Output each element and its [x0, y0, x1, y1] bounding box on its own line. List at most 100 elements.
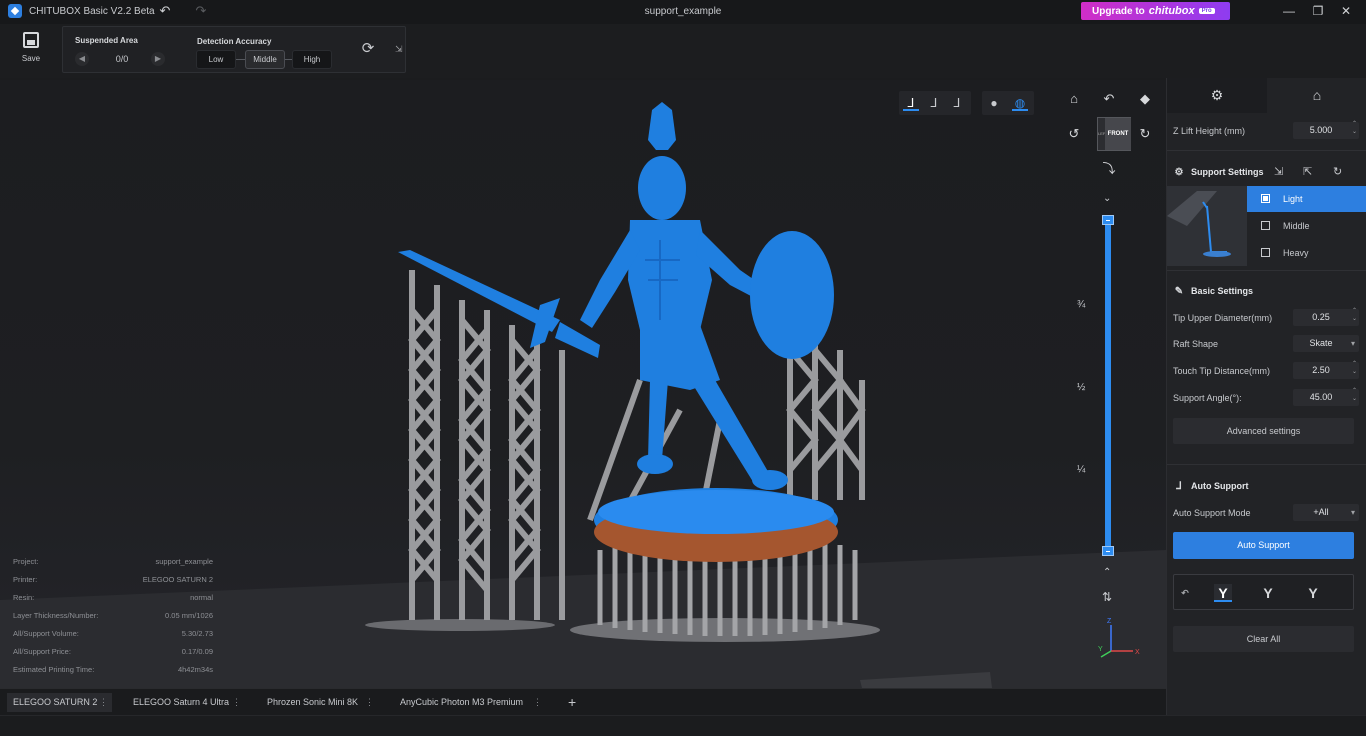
slider-down-chevron-icon[interactable]: ⌃: [1103, 567, 1111, 578]
info-row: Resin: normal: [13, 591, 217, 609]
info-row: Printer: ELEGOO SATURN 2: [13, 573, 217, 591]
upgrade-label: Upgrade to: [1092, 5, 1145, 17]
refresh-icon[interactable]: ⟳: [359, 40, 377, 58]
basic-settings-title: Basic Settings: [1191, 286, 1254, 296]
support-view-icon[interactable]: ⅃: [903, 95, 919, 111]
auto-support-header: ⅃ Auto Support: [1173, 481, 1248, 492]
info-row: All/Support Volume: 5.30/2.73: [13, 627, 217, 645]
preset-checkbox[interactable]: [1261, 248, 1270, 257]
view-mode-group: ⅃ ⅃ ⅃: [899, 91, 971, 115]
info-row: Layer Thickness/Number: 0.05 mm/1026: [13, 609, 217, 627]
tab-support-settings-icon[interactable]: ⌂: [1267, 78, 1366, 113]
save-button[interactable]: Save: [16, 32, 46, 64]
info-key: Layer Thickness/Number:: [13, 611, 99, 620]
support-angle-row: Support Angle(°): 45.00: [1173, 387, 1359, 408]
support-angle-label: Support Angle(°):: [1173, 393, 1242, 403]
touch-tip-distance-input[interactable]: 2.50: [1293, 360, 1359, 379]
tab-menu-icon[interactable]: ⋮: [533, 693, 542, 712]
minimize-icon[interactable]: —: [1281, 3, 1297, 19]
upgrade-button[interactable]: Upgrade to chitubox Pro: [1081, 2, 1230, 20]
model-base-top: [598, 490, 834, 534]
next-area-button[interactable]: ▶: [151, 52, 165, 66]
printer-tab[interactable]: ELEGOO SATURN 2 ⋮: [7, 693, 112, 712]
preset-checkbox[interactable]: [1261, 221, 1270, 230]
detection-accuracy-label: Detection Accuracy: [197, 37, 272, 46]
heavy-support-icon[interactable]: Y: [1304, 584, 1322, 602]
printer-tab[interactable]: Phrozen Sonic Mini 8K ⋮: [261, 693, 378, 712]
accuracy-high-button[interactable]: High: [292, 50, 332, 69]
home-view-icon[interactable]: ⌂: [1066, 91, 1082, 107]
slider-up-chevron-icon[interactable]: ⌄: [1103, 193, 1111, 204]
undo-small-icon[interactable]: ↶: [1176, 584, 1194, 602]
export-preset-icon[interactable]: ⇱: [1303, 165, 1312, 178]
touch-tip-distance-label: Touch Tip Distance(mm): [1173, 366, 1271, 376]
rotate-down-icon[interactable]: ⤵: [1101, 161, 1117, 177]
detection-group: Suspended Area ◀ 0/0 ▶ Detection Accurac…: [62, 26, 406, 73]
add-tab-icon[interactable]: +: [568, 693, 576, 712]
rotate-right-icon[interactable]: ↻: [1137, 126, 1153, 142]
tab-menu-icon[interactable]: ⋮: [232, 693, 241, 712]
clear-all-button[interactable]: Clear All: [1173, 626, 1354, 652]
reset-icon[interactable]: ↻: [1333, 165, 1342, 178]
layer-slider-track[interactable]: [1105, 215, 1111, 553]
view-cube-front[interactable]: FRONT: [1105, 118, 1131, 150]
swap-icon[interactable]: ⇅: [1102, 590, 1112, 604]
import-preset-icon[interactable]: ⇲: [1274, 165, 1283, 178]
tip-upper-diameter-input[interactable]: 0.25: [1293, 307, 1359, 326]
rotate-left-icon[interactable]: ↺: [1066, 126, 1082, 142]
expand-icon[interactable]: ⇲: [395, 44, 403, 55]
tab-menu-icon[interactable]: ⋮: [365, 693, 374, 712]
z-lift-label: Z Lift Height (mm): [1173, 126, 1246, 136]
support-type-toolbar: ↶ Y Y Y: [1173, 574, 1354, 610]
raft-shape-row: Raft Shape Skate: [1173, 334, 1359, 354]
info-key: All/Support Price:: [13, 647, 71, 656]
preset-heavy[interactable]: Heavy: [1247, 240, 1366, 266]
info-row: All/Support Price: 0.17/0.09: [13, 645, 217, 663]
accuracy-low-button[interactable]: Low: [196, 50, 236, 69]
tab-model-settings-icon[interactable]: ⚙: [1167, 78, 1267, 113]
rotate-ccw-icon[interactable]: ↶: [1101, 91, 1117, 107]
printer-tab-bar: ELEGOO SATURN 2 ⋮ ELEGOO Saturn 4 Ultra …: [0, 688, 1166, 715]
layer-slider-top-handle[interactable]: [1102, 215, 1114, 225]
touch-tip-distance-row: Touch Tip Distance(mm) 2.50: [1173, 360, 1359, 381]
close-icon[interactable]: ✕: [1338, 3, 1354, 19]
3d-viewport[interactable]: ⅃ ⅃ ⅃ ● ◍ ⌂ ↶ ◆ ↺ LEFT FRONT ↻ ⤵ ⌄ ¾ ½ ¼…: [0, 80, 1166, 688]
tilt-view-icon[interactable]: ⅃: [926, 95, 942, 111]
layer-slider-bottom-handle[interactable]: [1102, 546, 1114, 556]
solid-shade-icon[interactable]: ●: [986, 95, 1002, 111]
left-raft: [365, 619, 555, 631]
info-row: Estimated Printing Time: 4h42m34s: [13, 663, 217, 681]
add-support-icon[interactable]: Y: [1214, 584, 1232, 602]
view-cube-left[interactable]: LEFT: [1098, 118, 1108, 150]
side-view-icon[interactable]: ⅃: [949, 95, 965, 111]
printer-tab[interactable]: ELEGOO Saturn 4 Ultra ⋮: [127, 693, 245, 712]
auto-support-button[interactable]: Auto Support: [1173, 532, 1354, 559]
printer-tab-label: ELEGOO SATURN 2: [13, 697, 98, 707]
preset-light[interactable]: Light: [1247, 186, 1366, 212]
support-icon: ⅃: [1176, 481, 1182, 492]
support-angle-input[interactable]: 45.00: [1293, 387, 1359, 406]
tab-menu-icon[interactable]: ⋮: [99, 693, 108, 712]
prev-area-button[interactable]: ◀: [75, 52, 89, 66]
advanced-settings-button[interactable]: Advanced settings: [1173, 418, 1354, 444]
axis-y-label: Y: [1098, 646, 1103, 653]
preset-checkbox[interactable]: [1261, 194, 1270, 203]
support-preview-graphic: [1167, 191, 1231, 257]
restore-icon[interactable]: ❐: [1310, 3, 1326, 19]
iso-view-icon[interactable]: ◆: [1137, 91, 1153, 107]
medium-support-icon[interactable]: Y: [1259, 584, 1277, 602]
preset-middle[interactable]: Middle: [1247, 213, 1366, 239]
raft-shape-select[interactable]: Skate: [1293, 335, 1359, 352]
view-cube[interactable]: LEFT FRONT: [1097, 117, 1131, 151]
settings-panel: ⚙ ⌂ Z Lift Height (mm) 5.000 ⚙ Support Se…: [1166, 78, 1366, 715]
auto-support-mode-select[interactable]: +All: [1293, 504, 1359, 521]
support-settings-icon: ⚙: [1174, 167, 1184, 178]
printer-tab-label: ELEGOO Saturn 4 Ultra: [133, 697, 230, 707]
tip-upper-diameter-label: Tip Upper Diameter(mm): [1173, 313, 1273, 323]
divider: [1167, 270, 1366, 271]
accuracy-middle-button[interactable]: Middle: [245, 50, 285, 69]
z-lift-input[interactable]: 5.000: [1293, 120, 1359, 139]
upgrade-brand: chitubox: [1148, 5, 1195, 17]
xray-shade-icon[interactable]: ◍: [1012, 95, 1028, 111]
printer-tab[interactable]: AnyCubic Photon M3 Premium ⋮: [394, 693, 546, 712]
